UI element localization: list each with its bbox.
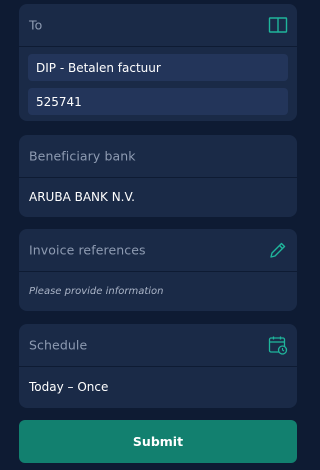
recipient-name-value: DIP - Betalen factuur [36,60,161,75]
beneficiary-bank-card: Beneficiary bank ARUBA BANK N.V. [19,135,297,217]
account-number-field[interactable]: 525741 [28,88,288,115]
invoice-references-card[interactable]: Invoice references Please provide inform… [19,229,297,311]
beneficiary-bank-value: ARUBA BANK N.V. [29,190,135,204]
recipient-name-field[interactable]: DIP - Betalen factuur [28,54,288,81]
account-number-value: 525741 [36,94,82,109]
invoice-references-header: Invoice references [19,229,297,272]
beneficiary-bank-header: Beneficiary bank [19,135,297,178]
schedule-header: Schedule [19,324,297,367]
book-icon[interactable] [268,15,288,35]
schedule-value: Today – Once [29,380,109,394]
calendar-clock-icon[interactable] [268,335,288,355]
to-card-header: To [19,4,297,47]
beneficiary-bank-label: Beneficiary bank [29,148,136,164]
invoice-references-placeholder: Please provide information [29,286,164,297]
schedule-card[interactable]: Schedule Today – Once [19,324,297,408]
pencil-icon[interactable] [268,240,288,260]
submit-button[interactable]: Submit [19,420,297,463]
schedule-label: Schedule [29,337,88,353]
to-label: To [29,17,43,33]
to-card: To DIP - Betalen factuur 525741 [19,4,297,121]
invoice-references-label: Invoice references [29,242,146,258]
